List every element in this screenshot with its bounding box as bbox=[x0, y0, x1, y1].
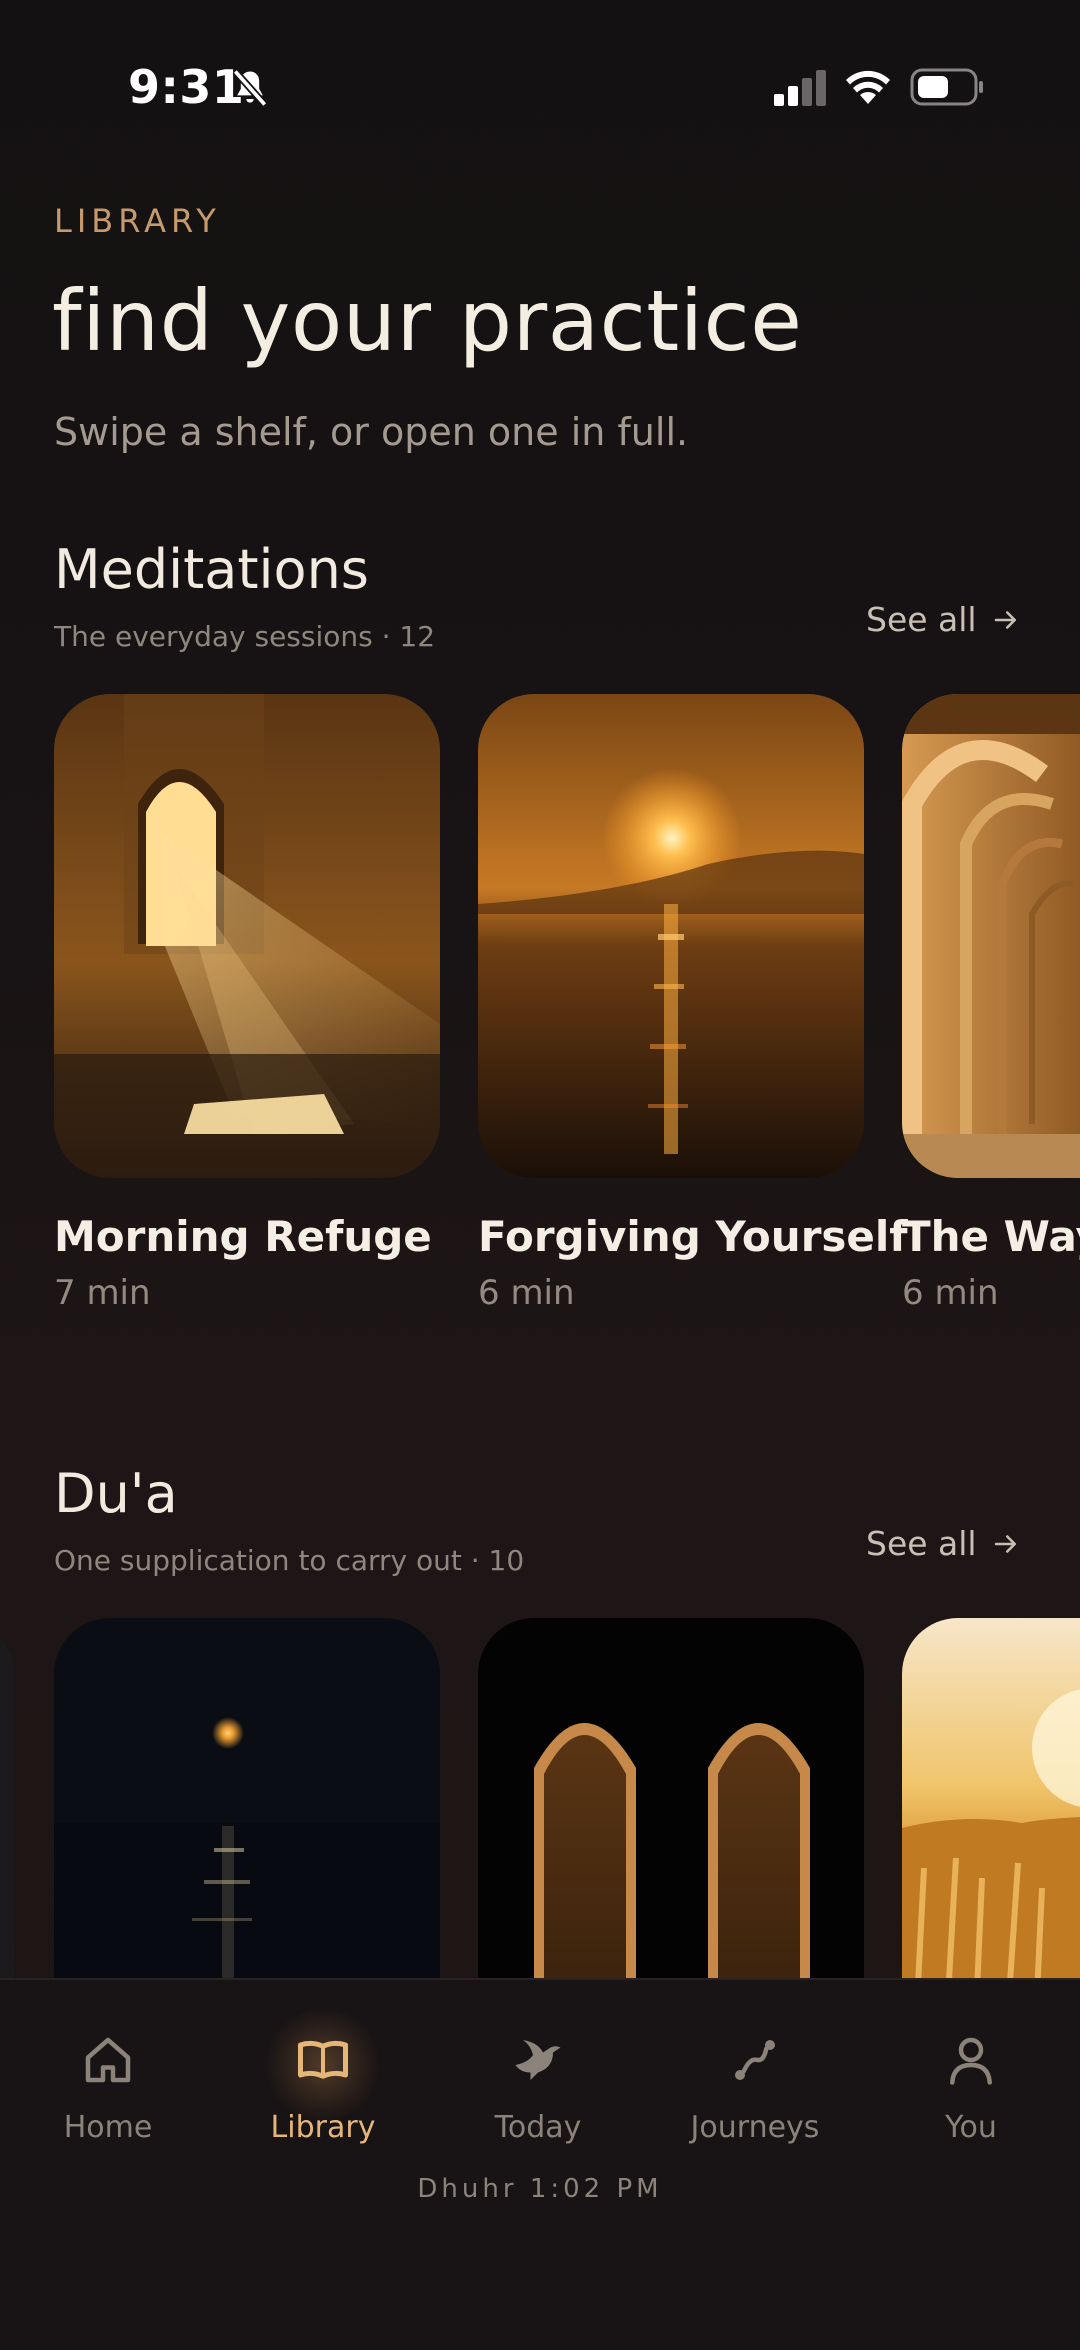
nav-label: You bbox=[945, 2110, 997, 2145]
see-all-label: See all bbox=[866, 1524, 977, 1563]
card-duration: 6 min bbox=[902, 1273, 999, 1313]
meditation-card[interactable]: The Way 6 min bbox=[902, 694, 1080, 1313]
meditation-card[interactable]: Forgiving Yourself 6 min bbox=[478, 694, 908, 1313]
dove-icon bbox=[515, 2040, 561, 2080]
dua-card[interactable] bbox=[478, 1618, 864, 1978]
see-all-dua-button[interactable]: See all bbox=[866, 1524, 1021, 1563]
card-image-twin-arches bbox=[478, 1618, 864, 1978]
nav-library[interactable]: Library bbox=[233, 2010, 413, 2145]
dua-card[interactable] bbox=[902, 1618, 1080, 1978]
arrow-right-icon bbox=[994, 1534, 1016, 1553]
card-image-sunlit-arch bbox=[54, 694, 440, 1178]
card-image-sunset-water bbox=[478, 694, 864, 1178]
nav-label: Library bbox=[270, 2110, 376, 2145]
card-duration: 6 min bbox=[478, 1273, 575, 1313]
arrow-right-icon bbox=[994, 610, 1016, 629]
card-title: The Way bbox=[902, 1212, 1080, 1261]
nav-you[interactable]: You bbox=[881, 2030, 1061, 2145]
shelf-title-dua: Du'a bbox=[54, 1462, 178, 1525]
card-title: Forgiving Yourself bbox=[478, 1212, 908, 1261]
nav-journeys[interactable]: Journeys bbox=[665, 2030, 845, 2145]
prayer-time: Dhuhr 1:02 PM bbox=[417, 2174, 663, 2204]
shelf-meta-dua: One supplication to carry out · 10 bbox=[54, 1544, 525, 1577]
home-icon bbox=[85, 2037, 131, 2083]
nav-home[interactable]: Home bbox=[18, 2030, 198, 2145]
book-icon bbox=[298, 2040, 348, 2079]
shelf-meta-meditations: The everyday sessions · 12 bbox=[54, 620, 436, 653]
route-icon bbox=[735, 2040, 775, 2080]
card-image-arched-corridor bbox=[902, 694, 1080, 1178]
person-icon bbox=[950, 2037, 992, 2085]
nav-label: Home bbox=[63, 2110, 153, 2145]
nav-label: Journeys bbox=[690, 2110, 820, 2145]
see-all-label: See all bbox=[866, 600, 977, 639]
content-scroll[interactable]: Meditations The everyday sessions · 12 S… bbox=[0, 0, 1080, 1978]
see-all-meditations-button[interactable]: See all bbox=[866, 600, 1021, 639]
card-image-moon-sea bbox=[54, 1618, 440, 1978]
card-duration: 7 min bbox=[54, 1273, 151, 1313]
dua-card[interactable] bbox=[54, 1618, 440, 1978]
nav-today[interactable]: Today bbox=[448, 2030, 628, 2145]
bottom-nav: Home Library Today Journeys You bbox=[0, 1978, 1080, 2350]
offscreen-card-edge bbox=[0, 1618, 14, 1978]
card-title: Morning Refuge bbox=[54, 1212, 432, 1261]
nav-label: Today bbox=[494, 2110, 582, 2145]
shelf-title-meditations: Meditations bbox=[54, 538, 369, 601]
meditation-card[interactable]: Morning Refuge 7 min bbox=[54, 694, 440, 1313]
card-image-wheat-field bbox=[902, 1618, 1080, 1978]
